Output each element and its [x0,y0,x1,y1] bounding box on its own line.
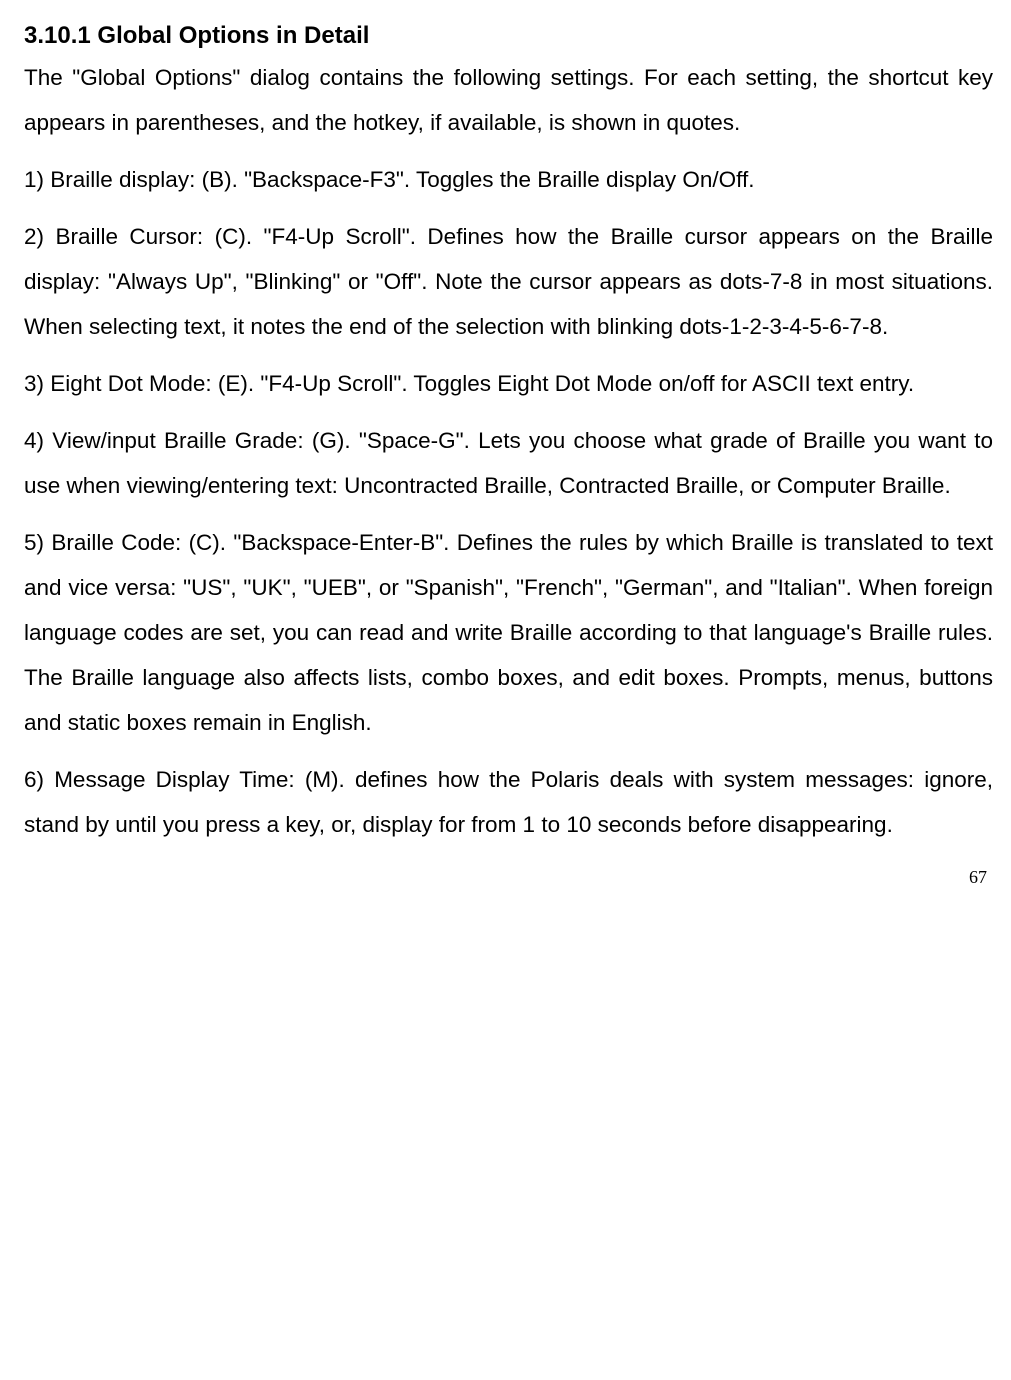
section-heading: 3.10.1 Global Options in Detail [24,20,993,51]
option-item-5: 5) Braille Code: (C). "Backspace-Enter-B… [24,520,993,745]
option-item-4: 4) View/input Braille Grade: (G). "Space… [24,418,993,508]
page-number: 67 [24,859,993,895]
option-item-6: 6) Message Display Time: (M). defines ho… [24,757,993,847]
option-item-1: 1) Braille display: (B). "Backspace-F3".… [24,157,993,202]
option-item-2: 2) Braille Cursor: (C). "F4-Up Scroll". … [24,214,993,349]
option-item-3: 3) Eight Dot Mode: (E). "F4-Up Scroll". … [24,361,993,406]
intro-paragraph: The "Global Options" dialog contains the… [24,55,993,145]
